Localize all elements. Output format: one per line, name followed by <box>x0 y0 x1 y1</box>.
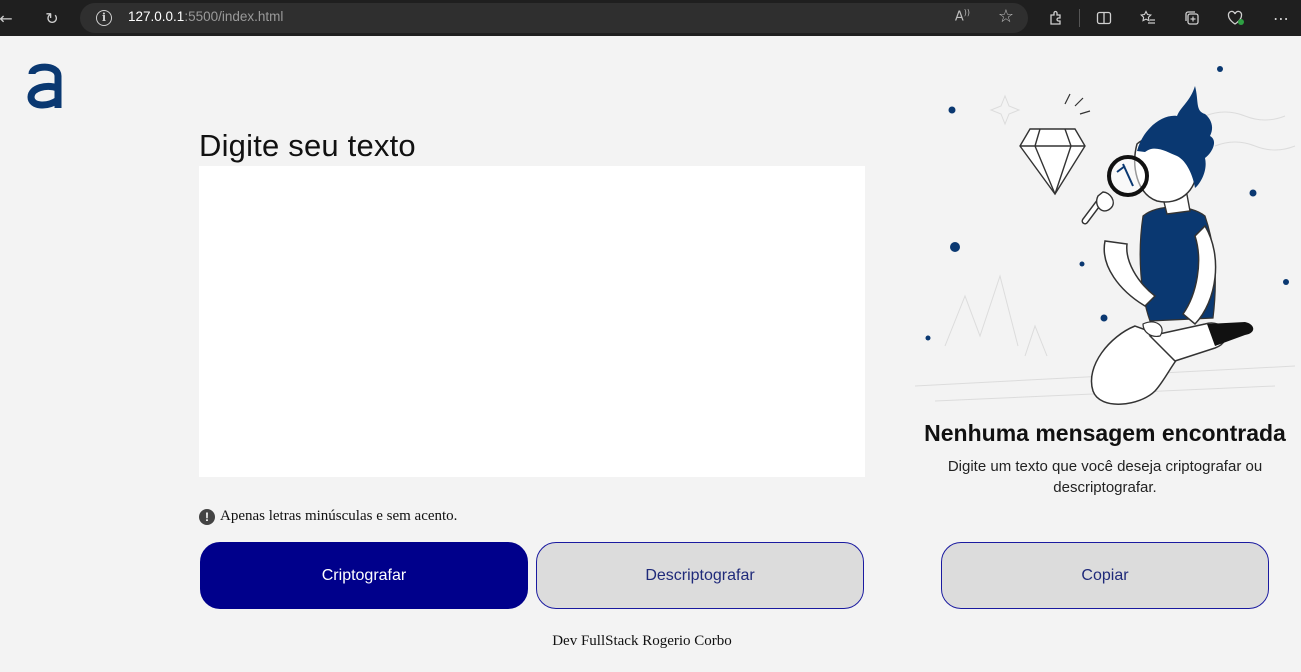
alura-logo[interactable] <box>26 62 64 110</box>
more-icon[interactable]: ⋯ <box>1269 6 1293 30</box>
encrypt-button[interactable]: Criptografar <box>200 542 528 609</box>
empty-state-title: Nenhuma mensagem encontrada <box>924 420 1286 446</box>
refresh-icon[interactable]: ↻ <box>40 6 64 30</box>
favorites-icon[interactable] <box>1136 6 1160 30</box>
exclamation-icon: ! <box>199 508 215 525</box>
heart-icon[interactable] <box>1224 6 1248 30</box>
address-bar[interactable]: i 127.0.0.1:5500/index.html A)) ☆ <box>80 3 1028 33</box>
empty-state-description: Digite um texto que você deseja criptogr… <box>947 458 1263 496</box>
back-arrow-icon[interactable]: ← <box>0 6 18 30</box>
url-text[interactable]: 127.0.0.1:5500/index.html <box>128 9 283 24</box>
page: Digite seu texto ! Apenas letras minúscu… <box>0 36 1301 672</box>
copy-button[interactable]: Copiar <box>941 542 1269 609</box>
hint-text: Apenas letras minúsculas e sem acento. <box>220 508 458 524</box>
puzzle-icon[interactable] <box>1044 6 1068 30</box>
browser-toolbar: ← ↻ i 127.0.0.1:5500/index.html A)) ☆ ⋯ <box>0 0 1301 36</box>
toolbar-divider <box>1079 9 1080 27</box>
footer-credit: Dev FullStack Rogerio Corbo <box>552 633 732 649</box>
message-input[interactable] <box>199 166 865 477</box>
collections-icon[interactable] <box>1180 6 1204 30</box>
page-title: Digite seu texto <box>199 128 416 163</box>
decrypt-button[interactable]: Descriptografar <box>536 542 864 609</box>
input-hint: ! Apenas letras minúsculas e sem acento. <box>199 508 457 525</box>
split-screen-icon[interactable] <box>1092 6 1116 30</box>
search-illustration <box>914 66 1296 405</box>
info-icon[interactable]: i <box>96 10 112 26</box>
star-icon[interactable]: ☆ <box>998 6 1014 27</box>
read-aloud-icon[interactable]: A)) <box>955 8 970 24</box>
